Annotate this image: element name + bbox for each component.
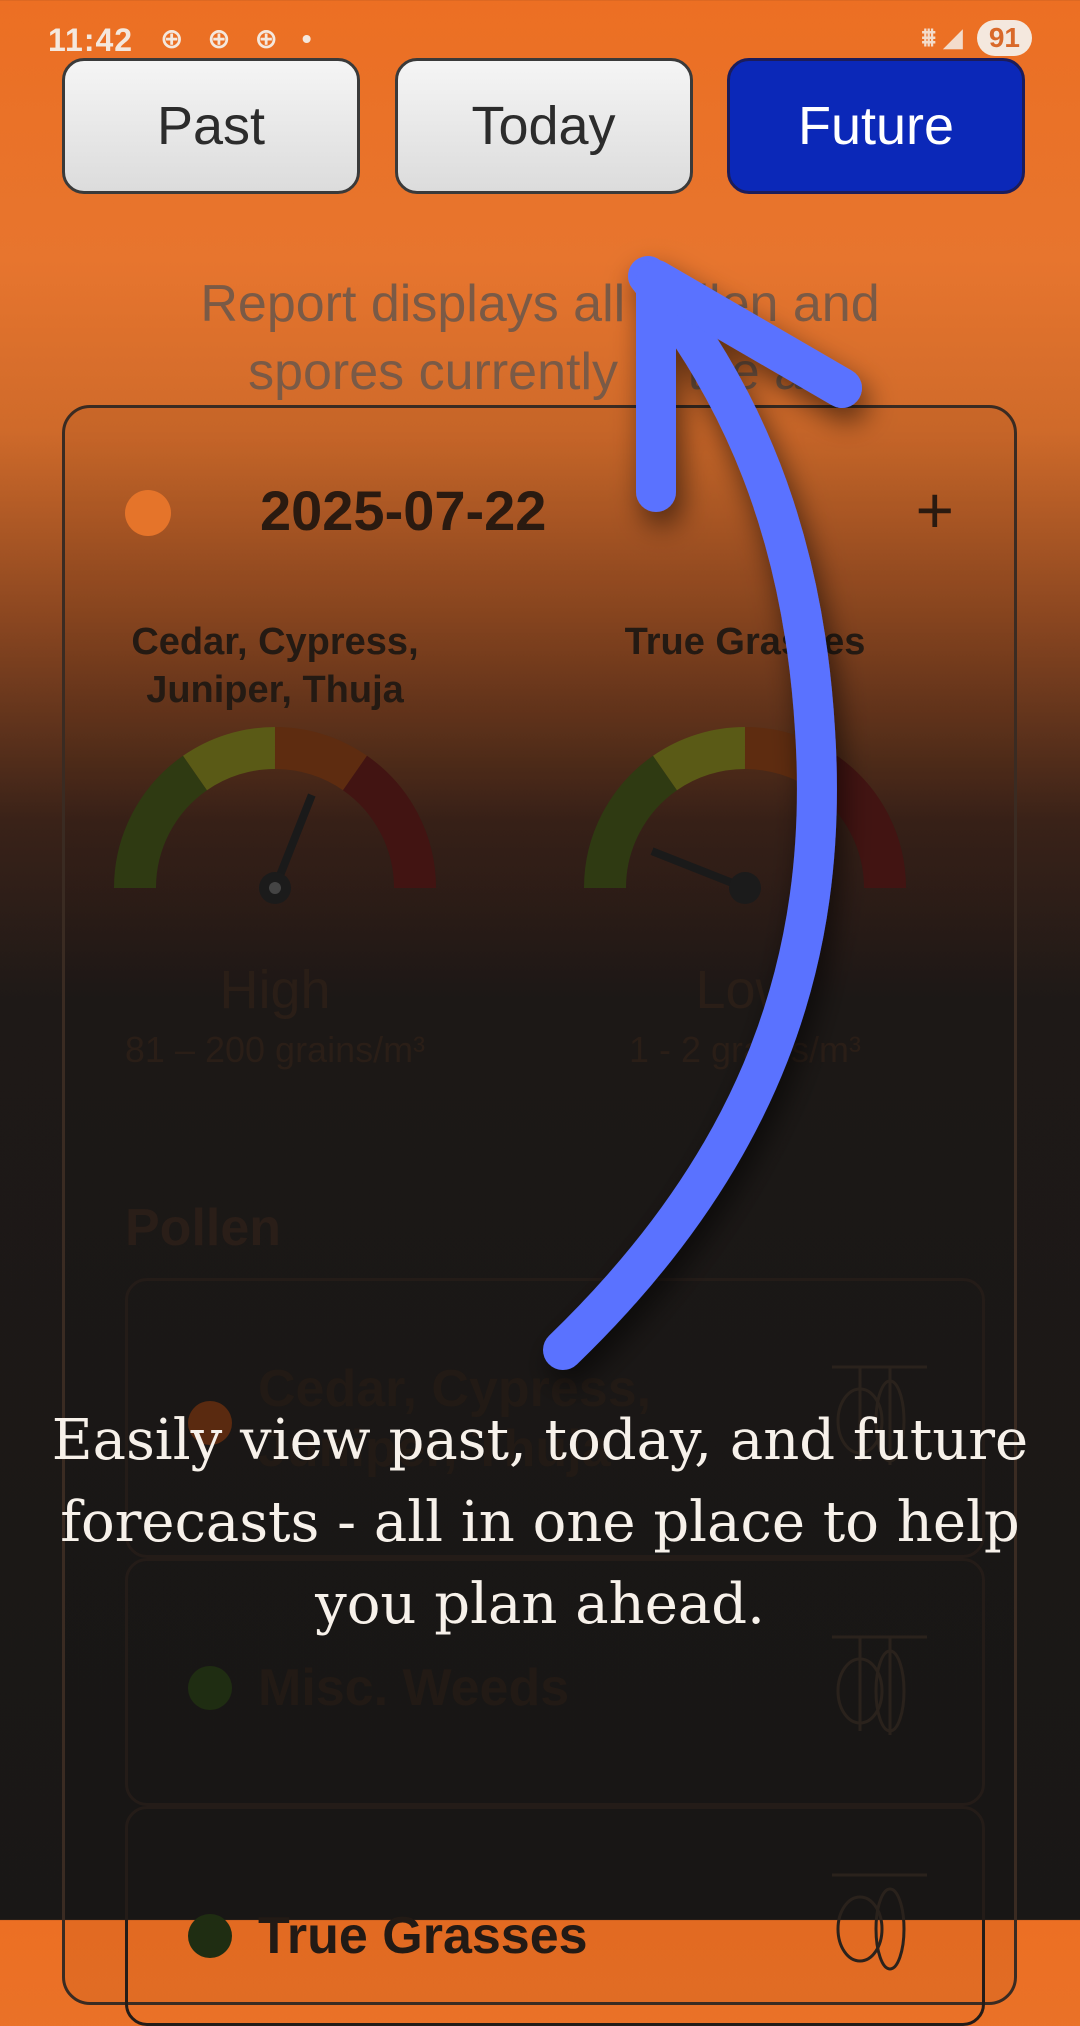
gauge-dial-icon (583, 726, 907, 904)
severity-dot (188, 1666, 232, 1710)
status-time: 11:42 (48, 22, 134, 58)
forecast-card: 2025-07-22 + Cedar, Cypress, Juniper, Th… (62, 405, 1017, 2026)
gauge-name: True Grasses (624, 621, 866, 663)
plant-icon (832, 1635, 927, 1735)
tab-today[interactable]: Today (394, 58, 693, 194)
period-tabs: Past Today Future (62, 58, 1025, 198)
onboarding-caption: Easily view past, today, and future fore… (51, 1408, 1029, 1637)
plant-icon (832, 1873, 927, 1971)
severity-dot (188, 1914, 232, 1958)
gauge-name: Cedar, Cypress, Juniper, Thuja (131, 621, 419, 711)
gauge-range: 1 - 2 grains/m³ (628, 1029, 862, 1070)
gauge-level: High (219, 960, 331, 1020)
section-title-pollen: Pollen (125, 1199, 282, 1257)
plus-icon[interactable]: + (915, 472, 954, 548)
battery-badge: 91 (976, 20, 1032, 56)
gauge-dial-icon (113, 726, 437, 904)
gauge-cedar: Cedar, Cypress, Juniper, Thuja High 81 –… (65, 618, 485, 1071)
list-item-name: True Grasses (258, 1907, 588, 1965)
tab-past[interactable]: Past (62, 58, 360, 194)
gauge-range: 81 – 200 grains/m³ (124, 1029, 426, 1070)
date-row: 2025-07-22 + (125, 473, 954, 548)
tab-future[interactable]: Future (727, 58, 1025, 194)
forecast-date: 2025-07-22 (260, 479, 547, 542)
list-item[interactable]: True Grasses (125, 1806, 985, 2026)
notification-icons: ⊕ ⊕ ⊕ • (160, 23, 320, 54)
date-status-dot (125, 490, 171, 536)
gauge-level: Low (695, 960, 795, 1020)
list-item-name: Misc. Weeds (258, 1659, 570, 1717)
gauge-grasses: True Grasses Low 1 - 2 grains/m³ (535, 618, 955, 1071)
signal-icon: ⩩ ◢ (921, 22, 963, 52)
report-description: Report displays all pollen and spores cu… (200, 275, 880, 401)
